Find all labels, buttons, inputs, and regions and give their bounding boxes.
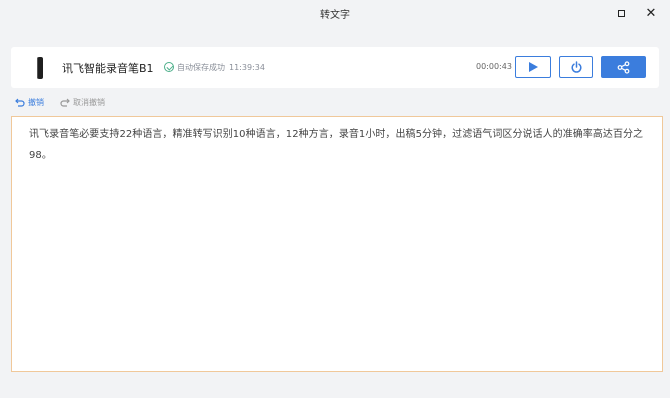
undo-button[interactable]: 撤销 bbox=[15, 97, 44, 108]
undo-icon bbox=[15, 98, 25, 107]
undo-label: 撤销 bbox=[28, 97, 44, 107]
redo-label: 取消撤销 bbox=[73, 97, 105, 107]
recorder-device-image bbox=[37, 57, 43, 79]
maximize-button[interactable] bbox=[612, 4, 630, 22]
edit-toolbar: 撤销 取消撤销 bbox=[15, 96, 105, 108]
transcript-text[interactable]: 讯飞录音笔必要支持22种语言，精准转写识别10种语言，12种方言，录音1小时，出… bbox=[12, 117, 662, 166]
share-button[interactable] bbox=[601, 56, 646, 78]
power-button[interactable] bbox=[559, 56, 593, 78]
check-circle-icon bbox=[164, 62, 174, 72]
play-button[interactable] bbox=[515, 56, 551, 78]
autosave-status: 自动保存成功 11:39:34 bbox=[177, 62, 265, 73]
device-name: 讯飞智能录音笔B1 bbox=[62, 62, 154, 75]
maximize-icon bbox=[617, 9, 625, 17]
power-icon bbox=[571, 60, 581, 73]
autosave-label: 自动保存成功 bbox=[177, 63, 225, 72]
redo-button[interactable]: 取消撤销 bbox=[60, 97, 105, 108]
close-icon: ✕ bbox=[645, 5, 657, 21]
transcript-editor[interactable]: 讯飞录音笔必要支持22种语言，精准转写识别10种语言，12种方言，录音1小时，出… bbox=[11, 116, 663, 372]
device-info-bar: 讯飞智能录音笔B1 自动保存成功 11:39:34 00:00:43 bbox=[11, 47, 659, 88]
title-bar: 转文字 ✕ bbox=[0, 0, 670, 27]
window-title: 转文字 bbox=[320, 10, 350, 21]
redo-icon bbox=[60, 98, 70, 107]
play-icon bbox=[529, 62, 538, 72]
share-icon bbox=[617, 60, 630, 74]
recording-duration: 00:00:43 bbox=[476, 62, 512, 71]
autosave-time: 11:39:34 bbox=[229, 63, 265, 72]
close-button[interactable]: ✕ bbox=[642, 4, 660, 22]
